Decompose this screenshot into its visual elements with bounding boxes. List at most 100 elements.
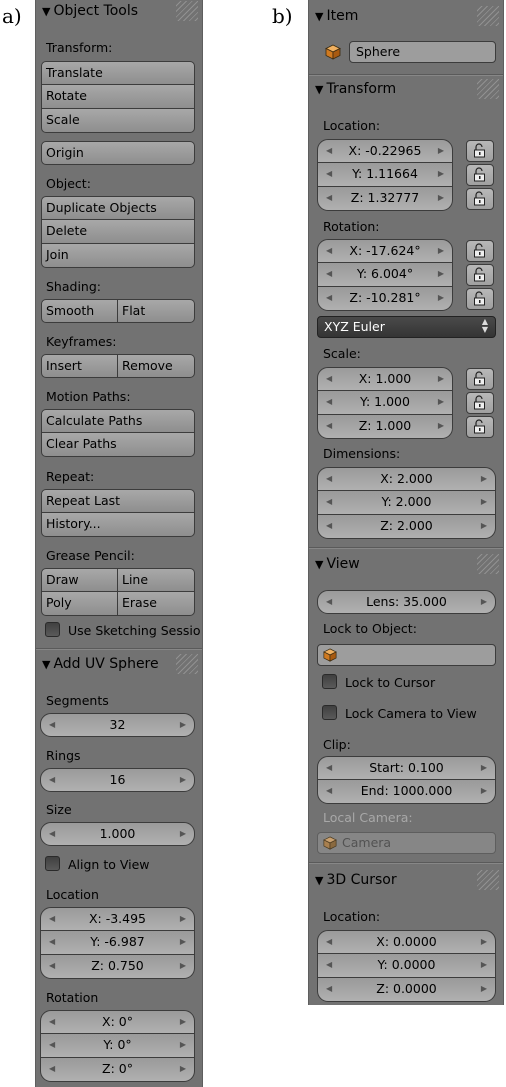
decrement-arrow-icon[interactable]: ◀ — [326, 140, 332, 162]
view-header[interactable]: ▼ View — [309, 553, 503, 575]
history-button[interactable]: History... — [41, 513, 195, 537]
dimension-x-field[interactable]: ◀ X: 2.000 ▶ — [317, 467, 496, 491]
object-tools-header[interactable]: ▼ Object Tools — [36, 0, 202, 22]
decrement-arrow-icon[interactable]: ◀ — [49, 1011, 55, 1033]
lock-rotation-y-toggle[interactable] — [466, 264, 494, 286]
duplicate-objects-button[interactable]: Duplicate Objects — [41, 196, 195, 220]
checkbox-box[interactable] — [322, 705, 337, 720]
rotation-mode-dropdown[interactable]: XYZ Euler ▲ ▼ — [317, 316, 496, 338]
decrement-arrow-icon[interactable]: ◀ — [326, 468, 332, 490]
increment-arrow-icon[interactable]: ▶ — [438, 415, 444, 437]
align-to-view-checkbox[interactable]: Align to View — [45, 856, 150, 872]
lock-scale-y-toggle[interactable] — [466, 392, 494, 414]
rotation-z-field[interactable]: ◀ Z: -10.281° ▶ — [317, 287, 453, 311]
decrement-arrow-icon[interactable]: ◀ — [49, 714, 55, 736]
checkbox-box[interactable] — [45, 856, 60, 871]
checkbox-box[interactable] — [322, 674, 337, 689]
decrement-arrow-icon[interactable]: ◀ — [326, 591, 332, 613]
repeat-last-button[interactable]: Repeat Last — [41, 489, 195, 513]
scale-button[interactable]: Scale — [41, 109, 195, 133]
delete-button[interactable]: Delete — [41, 220, 195, 244]
decrement-arrow-icon[interactable]: ◀ — [326, 978, 332, 1000]
increment-arrow-icon[interactable]: ▶ — [438, 240, 444, 262]
drag-grip-icon[interactable] — [176, 1, 198, 21]
decrement-arrow-icon[interactable]: ◀ — [326, 491, 332, 513]
location-y-field[interactable]: ◀ Y: -6.987 ▶ — [40, 931, 195, 955]
drag-grip-icon[interactable] — [477, 79, 499, 99]
clip-end-field[interactable]: ◀ End: 1000.000 ▶ — [317, 780, 496, 804]
increment-arrow-icon[interactable]: ▶ — [481, 591, 487, 613]
increment-arrow-icon[interactable]: ▶ — [481, 931, 487, 953]
decrement-arrow-icon[interactable]: ◀ — [326, 780, 332, 802]
rotation-z-field[interactable]: ◀ Z: 0° ▶ — [40, 1058, 195, 1082]
translate-button[interactable]: Translate — [41, 61, 195, 85]
lock-location-z-toggle[interactable] — [466, 188, 494, 210]
lock-scale-x-toggle[interactable] — [466, 368, 494, 390]
rotation-y-field[interactable]: ◀ Y: 0° ▶ — [40, 1034, 195, 1058]
cursor-y-field[interactable]: ◀ Y: 0.0000 ▶ — [317, 954, 496, 978]
rotation-x-field[interactable]: ◀ X: -17.624° ▶ — [317, 239, 453, 263]
decrement-arrow-icon[interactable]: ◀ — [326, 515, 332, 537]
increment-arrow-icon[interactable]: ▶ — [180, 931, 186, 953]
increment-arrow-icon[interactable]: ▶ — [438, 263, 444, 285]
increment-arrow-icon[interactable]: ▶ — [180, 714, 186, 736]
transform-header[interactable]: ▼ Transform — [309, 78, 503, 100]
location-x-field[interactable]: ◀ X: -3.495 ▶ — [40, 907, 195, 931]
increment-arrow-icon[interactable]: ▶ — [481, 780, 487, 802]
decrement-arrow-icon[interactable]: ◀ — [326, 415, 332, 437]
item-header[interactable]: ▼ Item — [309, 5, 503, 27]
location-y-field[interactable]: ◀ Y: 1.11664 ▶ — [317, 163, 453, 187]
increment-arrow-icon[interactable]: ▶ — [180, 769, 186, 791]
rotation-x-field[interactable]: ◀ X: 0° ▶ — [40, 1010, 195, 1034]
decrement-arrow-icon[interactable]: ◀ — [326, 187, 332, 209]
3d-cursor-header[interactable]: ▼ 3D Cursor — [309, 869, 503, 891]
join-button[interactable]: Join — [41, 244, 195, 268]
scale-y-field[interactable]: ◀ Y: 1.000 ▶ — [317, 391, 453, 415]
decrement-arrow-icon[interactable]: ◀ — [49, 1034, 55, 1056]
decrement-arrow-icon[interactable]: ◀ — [49, 823, 55, 845]
scale-z-field[interactable]: ◀ Z: 1.000 ▶ — [317, 415, 453, 439]
add-uv-sphere-header[interactable]: ▼ Add UV Sphere — [36, 653, 202, 675]
increment-arrow-icon[interactable]: ▶ — [438, 391, 444, 413]
object-name-field[interactable]: Sphere — [349, 41, 496, 63]
increment-arrow-icon[interactable]: ▶ — [438, 163, 444, 185]
calculate-paths-button[interactable]: Calculate Paths — [41, 409, 195, 433]
checkbox-box[interactable] — [45, 622, 60, 637]
scale-x-field[interactable]: ◀ X: 1.000 ▶ — [317, 367, 453, 391]
clip-start-field[interactable]: ◀ Start: 0.100 ▶ — [317, 756, 496, 780]
increment-arrow-icon[interactable]: ▶ — [481, 515, 487, 537]
flat-button[interactable]: Flat — [118, 299, 195, 323]
lens-field[interactable]: ◀ Lens: 35.000 ▶ — [317, 590, 496, 614]
increment-arrow-icon[interactable]: ▶ — [438, 368, 444, 390]
lock-to-cursor-checkbox[interactable]: Lock to Cursor — [322, 674, 435, 690]
location-z-field[interactable]: ◀ Z: 1.32777 ▶ — [317, 187, 453, 211]
rotate-button[interactable]: Rotate — [41, 85, 195, 109]
location-z-field[interactable]: ◀ Z: 0.750 ▶ — [40, 955, 195, 979]
decrement-arrow-icon[interactable]: ◀ — [326, 163, 332, 185]
cursor-z-field[interactable]: ◀ Z: 0.0000 ▶ — [317, 978, 496, 1002]
increment-arrow-icon[interactable]: ▶ — [180, 1034, 186, 1056]
poly-button[interactable]: Poly — [41, 592, 118, 616]
draw-button[interactable]: Draw — [41, 568, 118, 592]
clear-paths-button[interactable]: Clear Paths — [41, 433, 195, 457]
increment-arrow-icon[interactable]: ▶ — [180, 908, 186, 930]
decrement-arrow-icon[interactable]: ◀ — [326, 287, 332, 309]
increment-arrow-icon[interactable]: ▶ — [180, 1058, 186, 1080]
size-field[interactable]: ◀ 1.000 ▶ — [40, 822, 195, 846]
lock-camera-to-view-checkbox[interactable]: Lock Camera to View — [322, 705, 477, 721]
decrement-arrow-icon[interactable]: ◀ — [326, 757, 332, 779]
lock-location-y-toggle[interactable] — [466, 164, 494, 186]
remove-keyframe-button[interactable]: Remove — [118, 354, 195, 378]
use-sketching-session-checkbox[interactable]: Use Sketching Sessio — [45, 622, 201, 638]
increment-arrow-icon[interactable]: ▶ — [481, 757, 487, 779]
lock-scale-z-toggle[interactable] — [466, 416, 494, 438]
drag-grip-icon[interactable] — [477, 6, 499, 26]
dimension-y-field[interactable]: ◀ Y: 2.000 ▶ — [317, 491, 496, 515]
dimension-z-field[interactable]: ◀ Z: 2.000 ▶ — [317, 515, 496, 539]
cursor-x-field[interactable]: ◀ X: 0.0000 ▶ — [317, 930, 496, 954]
decrement-arrow-icon[interactable]: ◀ — [326, 931, 332, 953]
lock-location-x-toggle[interactable] — [466, 140, 494, 162]
origin-button[interactable]: Origin — [41, 141, 195, 165]
increment-arrow-icon[interactable]: ▶ — [438, 140, 444, 162]
segments-field[interactable]: ◀ 32 ▶ — [40, 713, 195, 737]
